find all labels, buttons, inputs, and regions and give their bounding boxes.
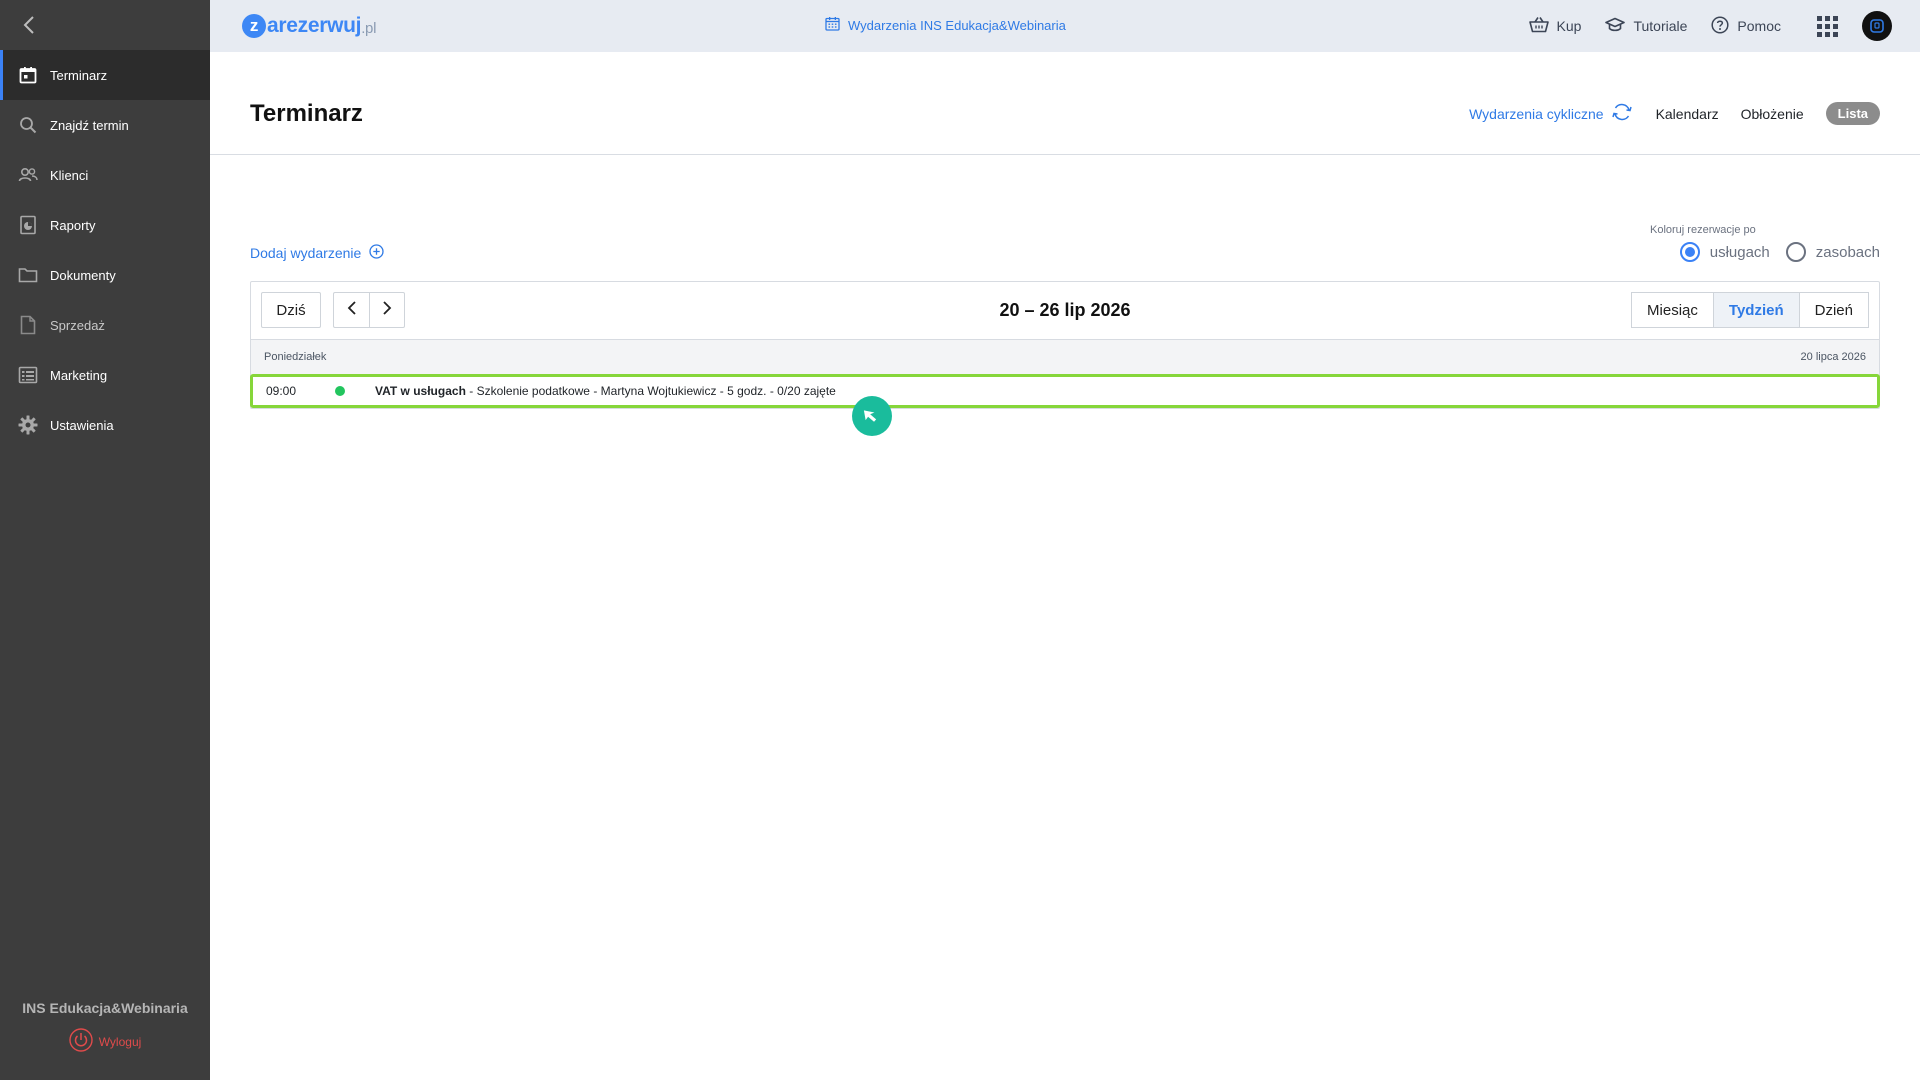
logo-tld: .pl bbox=[361, 19, 377, 37]
radio-dot bbox=[1679, 242, 1700, 262]
logo-letter: z bbox=[242, 14, 266, 38]
gear-icon bbox=[18, 415, 38, 435]
top-actions: Kup Tutoriale Pomoc bbox=[1528, 10, 1892, 42]
color-by-control: Koloruj rezerwacje po usługach zasobach bbox=[1640, 224, 1880, 262]
sidebar-item-klienci[interactable]: Klienci bbox=[0, 150, 210, 200]
radio-uslugach[interactable]: usługach bbox=[1679, 242, 1770, 262]
add-event-button[interactable]: Dodaj wydarzenie bbox=[250, 244, 384, 262]
view-month-button[interactable]: Miesiąc bbox=[1631, 292, 1714, 328]
event-text: VAT w usługach - Szkolenie podatkowe - M… bbox=[375, 384, 836, 398]
event-status-dot bbox=[335, 386, 345, 396]
power-icon bbox=[69, 1028, 93, 1055]
day-date: 20 lipca 2026 bbox=[1800, 351, 1866, 363]
day-weekday: Poniedziałek bbox=[264, 351, 327, 363]
add-event-label: Dodaj wydarzenie bbox=[250, 245, 362, 261]
sidebar-item-dokumenty[interactable]: Dokumenty bbox=[0, 250, 210, 300]
day-header: Poniedziałek 20 lipca 2026 bbox=[251, 340, 1879, 374]
event-details: - Szkolenie podatkowe - Martyna Wojtukie… bbox=[465, 384, 836, 398]
help-icon bbox=[1711, 15, 1729, 37]
radio-label: usługach bbox=[1709, 243, 1770, 261]
radio-dot bbox=[1785, 242, 1806, 262]
color-by-radios: usługach zasobach bbox=[1640, 242, 1880, 262]
sidebar-item-label: Ustawienia bbox=[50, 417, 114, 433]
cyclic-events-label: Wydarzenia cykliczne bbox=[1469, 105, 1604, 122]
sidebar-footer: INS Edukacja&Webinaria Wyloguj bbox=[0, 990, 210, 1080]
cyclic-events-link[interactable]: Wydarzenia cykliczne bbox=[1469, 102, 1633, 125]
today-button[interactable]: Dziś bbox=[261, 292, 321, 328]
back-arrow-icon[interactable] bbox=[16, 12, 42, 38]
sidebar-item-label: Terminarz bbox=[50, 67, 108, 83]
view-lista[interactable]: Lista bbox=[1825, 102, 1880, 125]
company-name: INS Edukacja&Webinaria bbox=[22, 1000, 188, 1016]
chevron-left-icon bbox=[347, 300, 357, 320]
apps-grid-icon[interactable] bbox=[1817, 15, 1838, 37]
view-week-button[interactable]: Tydzień bbox=[1712, 292, 1800, 328]
event-title: VAT w usługach bbox=[375, 384, 466, 398]
sidebar-item-label: Raporty bbox=[50, 217, 96, 233]
business-switcher[interactable]: Wydarzenia INS Edukacja&Webinaria bbox=[825, 16, 1066, 34]
buy-link[interactable]: Kup bbox=[1528, 16, 1582, 36]
event-time: 09:00 bbox=[266, 384, 297, 398]
business-name: Wydarzenia INS Edukacja&Webinaria bbox=[848, 17, 1066, 33]
sidebar-item-marketing[interactable]: Marketing bbox=[0, 350, 210, 400]
prev-week-button[interactable] bbox=[333, 292, 369, 328]
logo-main: arezerwuj bbox=[267, 14, 362, 37]
next-week-button[interactable] bbox=[369, 292, 405, 328]
sidebar-item-label: Marketing bbox=[50, 367, 108, 383]
top-bar: z arezerwuj .pl Wydarzenia INS Edukacja&… bbox=[210, 0, 1920, 52]
sidebar-item-label: Sprzedaż bbox=[50, 317, 105, 333]
calendar-icon bbox=[825, 16, 840, 34]
sidebar-item-raporty[interactable]: Raporty bbox=[0, 200, 210, 250]
sidebar: Terminarz Znajdź termin Klienci Raporty … bbox=[0, 0, 210, 1080]
file-icon bbox=[18, 315, 38, 335]
search-icon bbox=[18, 115, 38, 135]
brand-logo[interactable]: z arezerwuj .pl bbox=[242, 14, 376, 38]
folder-icon bbox=[18, 265, 38, 285]
calendar-view-group: Miesiąc Tydzień Dzień bbox=[1631, 292, 1869, 328]
chevron-right-icon bbox=[382, 300, 392, 320]
avatar[interactable] bbox=[1862, 11, 1892, 41]
radio-label: zasobach bbox=[1815, 243, 1880, 261]
sidebar-item-label: Znajdź termin bbox=[50, 117, 129, 133]
page-header: Terminarz Wydarzenia cykliczne Kalendarz… bbox=[210, 52, 1920, 155]
calendar-list: Dziś 20 – 26 lip 2026 Miesiąc Tydzień Dz… bbox=[250, 281, 1880, 409]
buy-label: Kup bbox=[1556, 18, 1582, 34]
sidebar-item-ustawienia[interactable]: Ustawienia bbox=[0, 400, 210, 450]
calendar-toolbar: Dziś 20 – 26 lip 2026 Miesiąc Tydzień Dz… bbox=[251, 282, 1879, 340]
plus-circle-icon bbox=[369, 244, 384, 262]
tutorials-label: Tutoriale bbox=[1633, 18, 1688, 34]
sidebar-item-label: Klienci bbox=[50, 167, 89, 183]
logout-button[interactable]: Wyloguj bbox=[69, 1028, 142, 1055]
sidebar-item-sprzedaz[interactable]: Sprzedaż bbox=[0, 300, 210, 350]
view-kalendarz[interactable]: Kalendarz bbox=[1656, 106, 1719, 122]
page-title: Terminarz bbox=[250, 100, 363, 127]
view-switch: Wydarzenia cykliczne Kalendarz Obłożenie… bbox=[1469, 102, 1880, 125]
calendar-icon bbox=[18, 65, 38, 85]
color-by-label: Koloruj rezerwacje po bbox=[1650, 224, 1756, 236]
graduation-cap-icon bbox=[1605, 17, 1626, 36]
sidebar-item-label: Dokumenty bbox=[50, 267, 116, 283]
list-icon bbox=[18, 365, 38, 385]
logout-label: Wyloguj bbox=[98, 1034, 142, 1049]
view-day-button[interactable]: Dzień bbox=[1798, 292, 1869, 328]
sidebar-item-znajdz-termin[interactable]: Znajdź termin bbox=[0, 100, 210, 150]
radio-zasobach[interactable]: zasobach bbox=[1785, 242, 1880, 262]
basket-icon bbox=[1528, 16, 1549, 36]
refresh-cycle-icon bbox=[1610, 102, 1634, 125]
help-link[interactable]: Pomoc bbox=[1711, 15, 1781, 37]
sidebar-item-terminarz[interactable]: Terminarz bbox=[0, 50, 210, 100]
tutorials-link[interactable]: Tutoriale bbox=[1605, 17, 1687, 36]
event-row[interactable]: 09:00 VAT w usługach - Szkolenie podatko… bbox=[250, 374, 1880, 408]
report-icon bbox=[18, 215, 38, 235]
cursor-pointer-icon bbox=[852, 396, 892, 436]
help-label: Pomoc bbox=[1737, 18, 1781, 34]
sidebar-nav: Terminarz Znajdź termin Klienci Raporty … bbox=[0, 50, 210, 450]
users-icon bbox=[18, 165, 38, 185]
view-oblozenie[interactable]: Obłożenie bbox=[1741, 106, 1804, 122]
